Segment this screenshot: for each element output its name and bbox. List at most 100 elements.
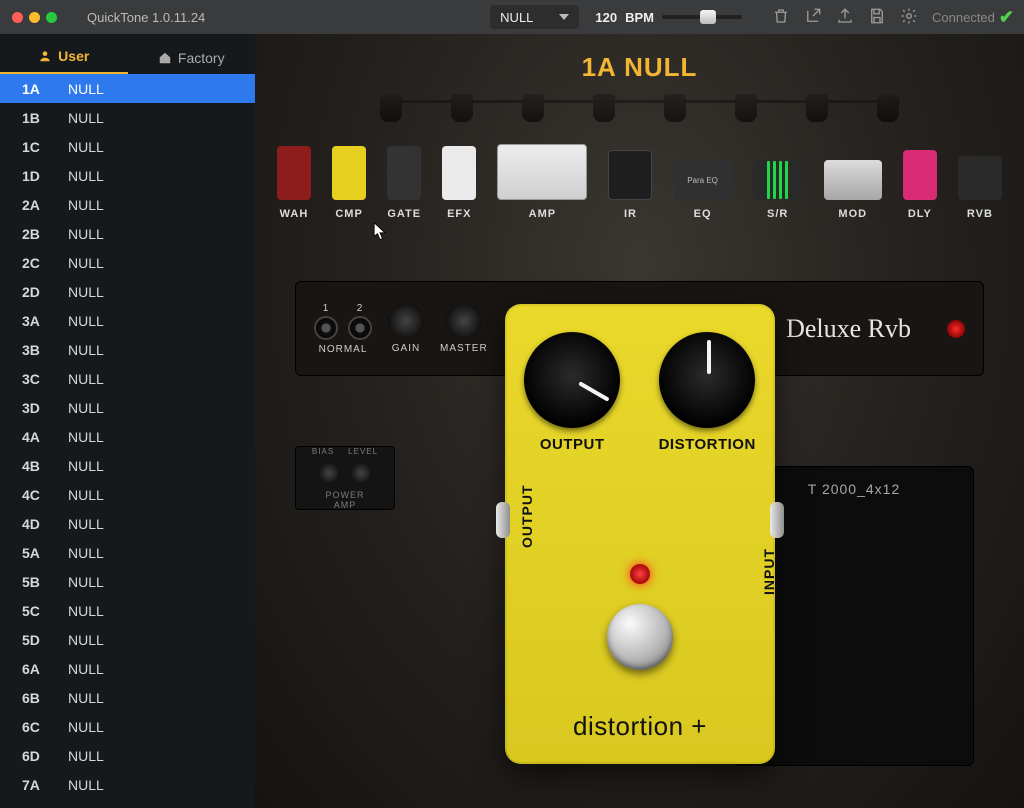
chain-item-dly[interactable]: DLY [903, 150, 937, 220]
preset-row[interactable]: 6A NULL [0, 654, 255, 683]
minimize-window-icon[interactable] [29, 12, 40, 23]
tab-user[interactable]: User [0, 48, 128, 74]
chain-thumb-sr [753, 160, 803, 200]
pedal-distortion-label: DISTORTION [659, 436, 756, 453]
power-amp-bias-label: BIAS [312, 447, 334, 456]
preset-slot: 4A [22, 429, 50, 445]
power-amp-level-knob[interactable] [350, 462, 372, 484]
power-amp-block[interactable]: BIAS LEVEL POWER AMP [295, 446, 395, 510]
preset-row[interactable]: 5DNULL [0, 625, 255, 654]
preset-row[interactable]: 4CNULL [0, 480, 255, 509]
pedal-stomp-switch[interactable] [607, 604, 673, 670]
preset-name: NULL [68, 661, 104, 677]
tab-factory-label: Factory [178, 50, 225, 66]
preset-row[interactable]: 2CNULL [0, 248, 255, 277]
chain-item-efx[interactable]: EFX [442, 146, 476, 220]
preset-name: NULL [68, 458, 104, 474]
preset-row[interactable]: 2DNULL [0, 277, 255, 306]
pedal-distortion-knob[interactable] [659, 332, 755, 428]
power-amp-bias-knob[interactable] [318, 462, 340, 484]
chain-item-eq[interactable]: Para EQEQ [674, 160, 732, 220]
amp-master-knob[interactable] [446, 303, 482, 339]
amp-input-label: NORMAL [319, 344, 368, 355]
distortion-pedal[interactable]: OUTPUT DISTORTION OUTPUT INPUT distortio… [505, 304, 775, 764]
preset-row[interactable]: 4BNULL [0, 451, 255, 480]
pedal-output-jack [496, 502, 510, 538]
power-amp-title: POWER AMP [325, 490, 364, 510]
preset-name: NULL [68, 777, 104, 793]
preset-slot: 2A [22, 197, 50, 213]
chain-item-amp[interactable]: AMP [497, 144, 587, 220]
preset-slot: 3C [22, 371, 50, 387]
preset-row[interactable]: 6CNULL [0, 712, 255, 741]
chain-item-wah[interactable]: WAH [277, 146, 311, 220]
chain-item-gate[interactable]: GATE [387, 146, 421, 220]
preset-name: NULL [68, 719, 104, 735]
preset-dropdown[interactable]: NULL [490, 5, 579, 29]
preset-row[interactable]: 3BNULL [0, 335, 255, 364]
preset-dropdown-value: NULL [500, 10, 533, 25]
bpm-slider[interactable] [662, 15, 742, 19]
pedal-output-side-label: OUTPUT [519, 484, 535, 548]
tab-factory[interactable]: Factory [128, 50, 256, 74]
preset-row[interactable]: 2ANULL [0, 190, 255, 219]
chain-item-rvb[interactable]: RVB [958, 156, 1002, 220]
preset-row[interactable]: 2BNULL [0, 219, 255, 248]
preset-row[interactable]: 3DNULL [0, 393, 255, 422]
check-icon: ✔ [999, 7, 1014, 28]
preset-row[interactable]: 5BNULL [0, 567, 255, 596]
chain-thumb-eq: Para EQ [674, 160, 732, 200]
chain-thumb-wah [277, 146, 311, 200]
amp-inputs: 1 2 NORMAL [314, 303, 372, 355]
amp-input-2-label: 2 [348, 303, 372, 314]
gear-icon[interactable] [900, 7, 918, 28]
preset-row[interactable]: 1CNULL [0, 132, 255, 161]
preset-slot: 5C [22, 603, 50, 619]
power-amp-level-label: LEVEL [348, 447, 378, 456]
preset-row[interactable]: 5ANULL [0, 538, 255, 567]
amp-gain-knob[interactable] [388, 303, 424, 339]
pedal-output-knob[interactable] [524, 332, 620, 428]
signal-chain: WAH CMP GATE EFX AMP IR Para EQEQ S/R MOD DLY RVB [277, 144, 1002, 220]
preset-row[interactable]: 6DNULL [0, 741, 255, 770]
preset-row[interactable]: 5CNULL [0, 596, 255, 625]
amp-gain-label: GAIN [392, 343, 420, 354]
upload-icon[interactable] [836, 7, 854, 28]
bpm-value[interactable]: 120 [595, 10, 617, 25]
preset-row[interactable]: 1BNULL [0, 103, 255, 132]
preset-row[interactable]: 6B NULL [0, 683, 255, 712]
close-window-icon[interactable] [12, 12, 23, 23]
preset-row[interactable]: 3C NULL [0, 364, 255, 393]
amp-input-1-jack[interactable] [314, 316, 338, 340]
amp-input-2-jack[interactable] [348, 316, 372, 340]
preset-row[interactable]: 4DNULL [0, 509, 255, 538]
save-icon[interactable] [868, 7, 886, 28]
chain-label: IR [624, 208, 637, 220]
trash-icon[interactable] [772, 7, 790, 28]
preset-name: NULL [68, 400, 104, 416]
preset-slot: 6B [22, 690, 50, 706]
preset-slot: 5B [22, 574, 50, 590]
preset-slot: 7A [22, 777, 50, 793]
amp-power-led[interactable] [947, 320, 965, 338]
preset-slot: 6A [22, 661, 50, 677]
chain-item-mod[interactable]: MOD [824, 160, 882, 220]
preset-row[interactable]: 3ANULL [0, 306, 255, 335]
pedal-brand-label: distortion + [505, 711, 775, 742]
preset-name: NULL [68, 371, 104, 387]
preset-row[interactable]: 1ANULL [0, 74, 255, 103]
chain-item-ir[interactable]: IR [608, 150, 652, 220]
export-icon[interactable] [804, 7, 822, 28]
preset-row[interactable]: 4ANULL [0, 422, 255, 451]
cursor-icon [373, 222, 387, 242]
preset-list[interactable]: 1ANULL1BNULL1CNULL1DNULL2ANULL2BNULL2CNU… [0, 74, 255, 808]
preset-slot: 2C [22, 255, 50, 271]
preset-row[interactable]: 7A NULL [0, 770, 255, 799]
preset-row[interactable]: 1DNULL [0, 161, 255, 190]
zoom-window-icon[interactable] [46, 12, 57, 23]
preset-name: NULL [68, 632, 104, 648]
chain-item-sr[interactable]: S/R [753, 160, 803, 220]
chain-item-cmp[interactable]: CMP [332, 146, 366, 220]
preset-name: NULL [68, 690, 104, 706]
preset-name: NULL [68, 110, 104, 126]
